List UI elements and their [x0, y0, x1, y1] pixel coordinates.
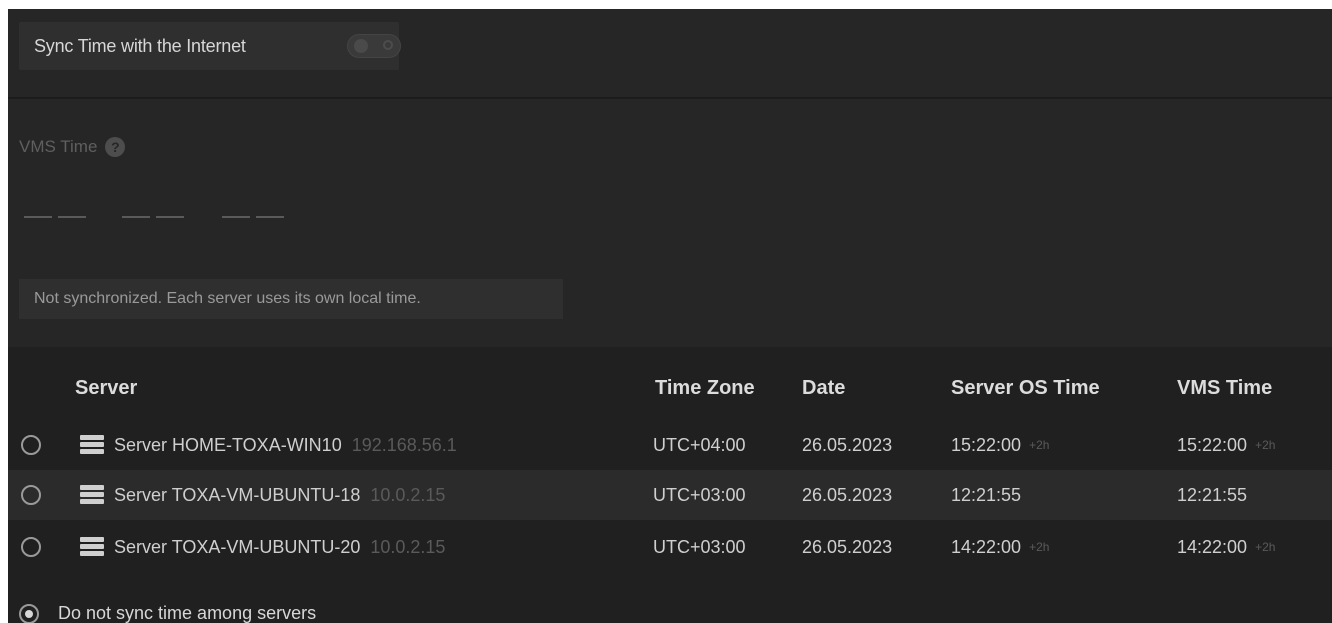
timezone-cell: UTC+04:00	[653, 434, 746, 455]
dash	[222, 216, 250, 218]
dash	[24, 216, 52, 218]
toggle-knob	[354, 39, 368, 53]
sync-internet-label: Sync Time with the Internet	[34, 35, 246, 56]
table-row[interactable]: Server TOXA-VM-UBUNTU-18 10.0.2.15 UTC+0…	[8, 470, 1332, 520]
vms-time-offset: +2h	[1255, 438, 1276, 452]
server-name: Server TOXA-VM-UBUNTU-20	[114, 536, 361, 557]
toggle-off-indicator	[383, 40, 393, 50]
vms-time-cell: 12:21:55	[1177, 484, 1248, 505]
server-ip: 10.0.2.15	[370, 536, 446, 557]
section-divider	[8, 97, 1332, 99]
question-circle-icon[interactable]: ?	[105, 137, 126, 157]
os-time-offset: +2h	[1029, 438, 1050, 452]
os-time-cell: 12:21:55	[951, 484, 1022, 505]
time-sync-panel: Sync Time with the Internet VMS Time ? N…	[8, 9, 1332, 623]
sync-internet-toggle[interactable]	[347, 34, 401, 58]
column-header-vms-time[interactable]: VMS Time	[1177, 377, 1272, 400]
date-cell: 26.05.2023	[802, 536, 893, 557]
timezone-cell: UTC+03:00	[653, 536, 746, 557]
table-row[interactable]: Server TOXA-VM-UBUNTU-20 10.0.2.15 UTC+0…	[8, 522, 1332, 572]
server-name: Server HOME-TOXA-WIN10	[114, 434, 342, 455]
dash	[256, 216, 284, 218]
column-header-timezone[interactable]: Time Zone	[655, 377, 755, 400]
os-time-cell: 15:22:00	[951, 434, 1022, 455]
column-header-server[interactable]: Server	[75, 377, 137, 400]
dash	[156, 216, 184, 218]
no-sync-radio[interactable]	[19, 603, 39, 623]
no-sync-label: Do not sync time among servers	[58, 603, 317, 623]
vms-time-cell: 14:22:00	[1177, 536, 1248, 557]
server-icon	[80, 435, 104, 455]
status-notice-text: Not synchronized. Each server uses its o…	[34, 290, 421, 307]
date-cell: 26.05.2023	[802, 434, 893, 455]
server-ip: 10.0.2.15	[370, 484, 446, 505]
server-ip: 192.168.56.1	[351, 434, 457, 455]
date-cell: 26.05.2023	[802, 484, 893, 505]
server-icon	[80, 537, 104, 557]
server-radio[interactable]	[21, 485, 41, 505]
column-header-os-time[interactable]: Server OS Time	[951, 377, 1100, 400]
no-sync-option[interactable]: Do not sync time among servers	[19, 603, 316, 623]
os-time-cell: 14:22:00	[951, 536, 1022, 557]
dash	[122, 216, 150, 218]
vms-time-heading: VMS Time ?	[19, 137, 126, 157]
server-icon	[80, 485, 104, 505]
vms-time-cell: 15:22:00	[1177, 434, 1248, 455]
status-notice: Not synchronized. Each server uses its o…	[19, 279, 563, 319]
dash	[58, 216, 86, 218]
timezone-cell: UTC+03:00	[653, 484, 746, 505]
table-row[interactable]: Server HOME-TOXA-WIN10 192.168.56.1 UTC+…	[8, 420, 1332, 470]
vms-time-offset: +2h	[1255, 540, 1276, 554]
server-radio[interactable]	[21, 435, 41, 455]
server-name: Server TOXA-VM-UBUNTU-18	[114, 484, 361, 505]
server-radio[interactable]	[21, 537, 41, 557]
column-header-date[interactable]: Date	[802, 377, 845, 400]
os-time-offset: +2h	[1029, 540, 1050, 554]
sync-internet-row: Sync Time with the Internet	[19, 22, 401, 70]
vms-time-label: VMS Time	[19, 137, 98, 156]
